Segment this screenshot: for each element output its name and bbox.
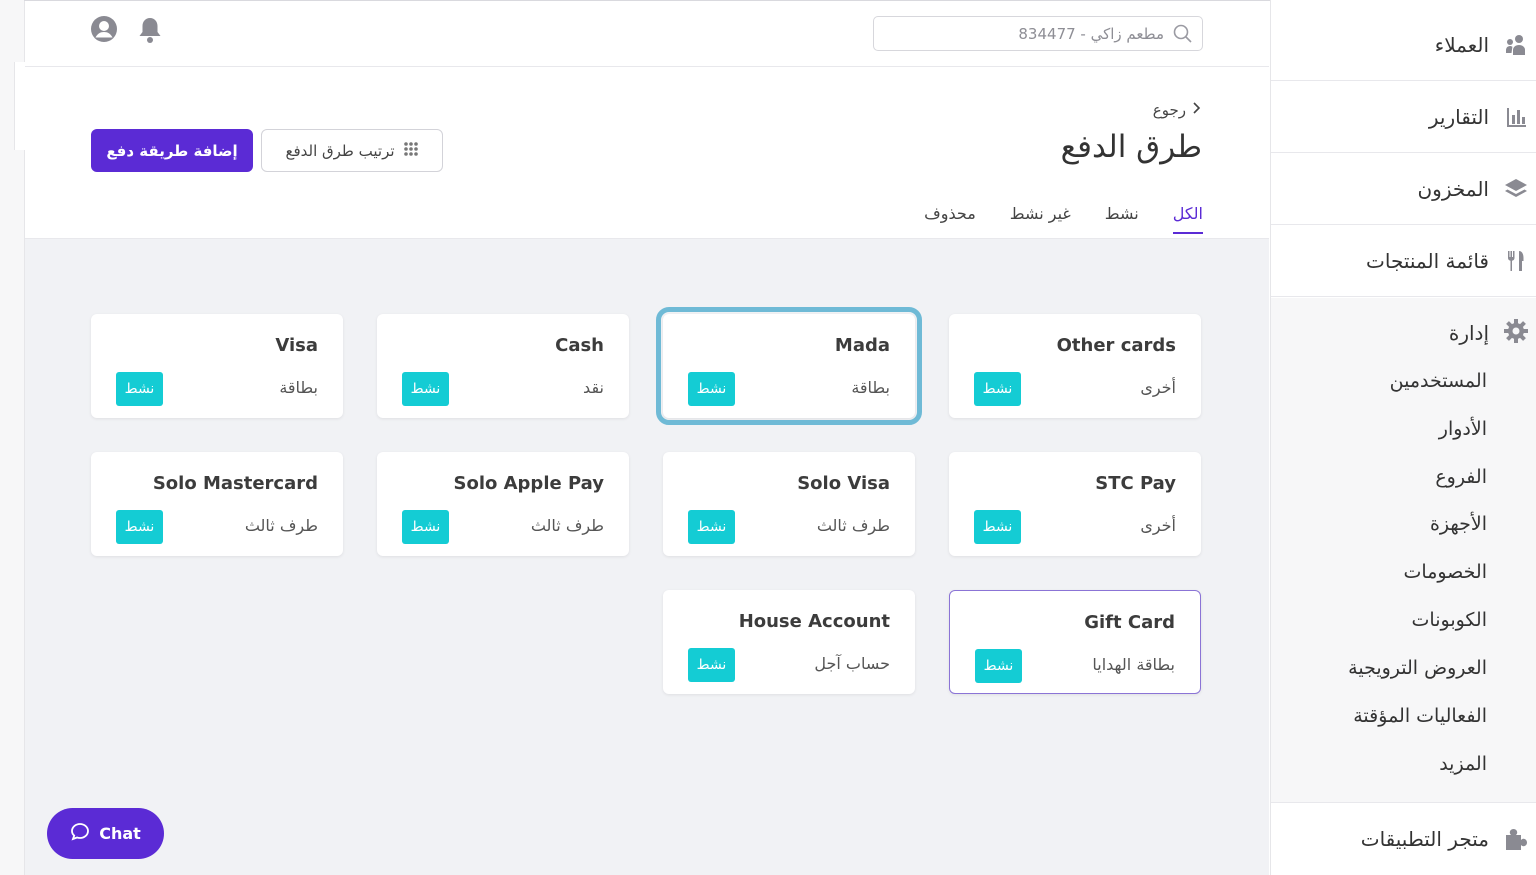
status-badge: نشط — [974, 510, 1021, 544]
card-name: House Account — [738, 611, 890, 632]
sidebar-item-label: العملاء — [1434, 33, 1489, 57]
status-badge: نشط — [688, 510, 735, 544]
chat-icon — [70, 822, 90, 846]
page-header: رجوع طرق الدفع إضافة طريقة دفع ترتيب طرق… — [25, 67, 1269, 239]
sidebar-item-promotions[interactable]: العروض الترويجية — [1348, 657, 1487, 679]
sidebar-item-roles[interactable]: الأدوار — [1439, 418, 1487, 440]
payment-methods-grid: Other cards أخرى نشط Mada بطاقة نشط Cash… — [25, 239, 1269, 875]
window-notch — [14, 62, 25, 150]
card-type: أخرى — [1140, 378, 1176, 397]
card-type: طرف ثالث — [244, 516, 318, 535]
status-badge: نشط — [688, 648, 735, 682]
sidebar-item-label: التقارير — [1428, 105, 1489, 129]
sidebar-item-inventory[interactable]: المخزون — [1271, 154, 1536, 225]
card-name: Mada — [834, 335, 890, 356]
card-name: STC Pay — [1095, 473, 1176, 494]
tab-all[interactable]: الكل — [1172, 204, 1203, 234]
card-name: Solo Apple Pay — [453, 473, 604, 494]
admin-section: إدارة المستخدمين الأدوار الفروع الأجهزة … — [1271, 298, 1536, 803]
sidebar-item-marketplace[interactable]: متجر التطبيقات — [1271, 803, 1536, 874]
payment-card-gift-card[interactable]: Gift Card بطاقة الهدايا نشط — [949, 590, 1201, 694]
sidebar: العملاء التقارير المخزون قائمة المنتجات … — [1270, 0, 1536, 875]
window-left-strip — [0, 0, 25, 875]
status-badge: نشط — [402, 510, 449, 544]
payment-card-solo-mastercard[interactable]: Solo Mastercard طرف ثالث نشط — [91, 452, 343, 556]
sidebar-item-admin[interactable]: إدارة — [1449, 318, 1529, 348]
sidebar-item-devices[interactable]: الأجهزة — [1430, 513, 1487, 535]
inventory-icon — [1503, 176, 1529, 202]
search-icon — [1172, 23, 1194, 45]
card-name: Solo Mastercard — [152, 473, 318, 494]
user-icon[interactable] — [90, 15, 118, 43]
card-type: نقد — [583, 378, 604, 397]
tab-deleted[interactable]: محذوف — [924, 204, 976, 234]
payment-card-solo-visa[interactable]: Solo Visa طرف ثالث نشط — [663, 452, 915, 556]
chat-button[interactable]: Chat — [47, 808, 164, 859]
sidebar-item-label: المخزون — [1417, 177, 1489, 201]
card-name: Cash — [555, 335, 604, 356]
search-input[interactable]: مطعم زاكي - 834477 — [873, 16, 1203, 51]
status-badge: نشط — [688, 372, 735, 406]
payment-card-solo-apple-pay[interactable]: Solo Apple Pay طرف ثالث نشط — [377, 452, 629, 556]
menu-icon — [1503, 248, 1529, 274]
add-payment-method-button[interactable]: إضافة طريقة دفع — [91, 129, 253, 172]
status-badge: نشط — [402, 372, 449, 406]
back-label: رجوع — [1152, 101, 1186, 119]
card-name: Gift Card — [1084, 612, 1175, 633]
chat-label: Chat — [99, 824, 141, 843]
search-placeholder: مطعم زاكي - 834477 — [1018, 25, 1164, 43]
payment-card-visa[interactable]: Visa بطاقة نشط — [91, 314, 343, 418]
card-name: Solo Visa — [797, 473, 890, 494]
sidebar-item-customers[interactable]: العملاء — [1271, 10, 1536, 81]
sidebar-item-coupons[interactable]: الكوبونات — [1412, 609, 1487, 631]
status-badge: نشط — [974, 372, 1021, 406]
page-title: طرق الدفع — [1060, 129, 1202, 165]
card-name: Other cards — [1056, 335, 1176, 356]
status-badge: نشط — [116, 510, 163, 544]
sidebar-item-timed-events[interactable]: الفعاليات المؤقتة — [1353, 705, 1487, 727]
payment-card-house-account[interactable]: House Account حساب آجل نشط — [663, 590, 915, 694]
status-tabs: الكل نشط غير نشط محذوف — [924, 204, 1203, 234]
tab-inactive[interactable]: غير نشط — [1010, 204, 1071, 234]
card-type: طرف ثالث — [816, 516, 890, 535]
card-type: حساب آجل — [814, 654, 890, 673]
status-badge: نشط — [116, 372, 163, 406]
tab-active[interactable]: نشط — [1105, 204, 1139, 234]
payment-card-stc-pay[interactable]: STC Pay أخرى نشط — [949, 452, 1201, 556]
card-type: بطاقة — [279, 378, 318, 397]
sidebar-item-menu[interactable]: قائمة المنتجات — [1271, 226, 1536, 297]
sidebar-item-branches[interactable]: الفروع — [1435, 466, 1487, 488]
chevron-right-icon — [1192, 101, 1202, 119]
card-type: بطاقة — [851, 378, 890, 397]
card-type: بطاقة الهدايا — [1092, 655, 1175, 674]
sort-button-label: ترتيب طرق الدفع — [285, 141, 395, 160]
sidebar-item-discounts[interactable]: الخصومات — [1404, 561, 1487, 583]
back-link[interactable]: رجوع — [1153, 101, 1202, 119]
sidebar-item-label: قائمة المنتجات — [1366, 249, 1489, 273]
card-name: Visa — [275, 335, 318, 356]
payment-card-cash[interactable]: Cash نقد نشط — [377, 314, 629, 418]
payment-card-other-cards[interactable]: Other cards أخرى نشط — [949, 314, 1201, 418]
sidebar-item-label: إدارة — [1448, 321, 1489, 345]
bell-icon[interactable] — [137, 15, 163, 45]
top-header: مطعم زاكي - 834477 — [25, 1, 1269, 67]
reports-icon — [1503, 104, 1529, 130]
card-type: أخرى — [1140, 516, 1176, 535]
customers-icon — [1503, 32, 1529, 58]
card-type: طرف ثالث — [530, 516, 604, 535]
sidebar-item-reports[interactable]: التقارير — [1271, 82, 1536, 153]
grid-icon — [403, 141, 419, 161]
status-badge: نشط — [975, 649, 1022, 683]
puzzle-icon — [1503, 826, 1529, 852]
sidebar-item-users[interactable]: المستخدمين — [1390, 370, 1487, 392]
sort-payment-methods-button[interactable]: ترتيب طرق الدفع — [261, 129, 443, 172]
sidebar-item-more[interactable]: المزيد — [1439, 753, 1487, 775]
sidebar-item-label: متجر التطبيقات — [1360, 826, 1489, 851]
payment-card-mada[interactable]: Mada بطاقة نشط — [656, 307, 922, 425]
gear-icon — [1503, 318, 1529, 348]
